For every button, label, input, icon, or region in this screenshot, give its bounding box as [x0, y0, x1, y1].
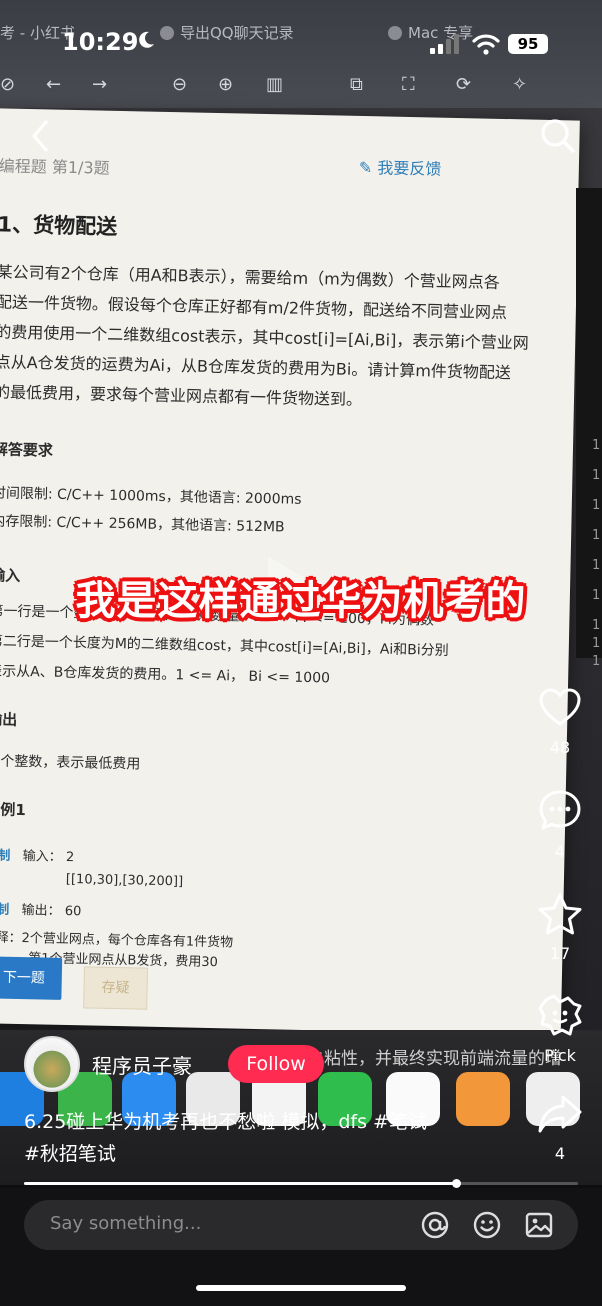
- heart-icon: [539, 688, 581, 726]
- follow-button[interactable]: Follow: [228, 1045, 324, 1083]
- pick-sticker-icon: [538, 994, 582, 1036]
- side-number: 1: [592, 468, 601, 483]
- video-progress-bar[interactable]: [24, 1179, 578, 1188]
- description-line: 6.25碰上华为机考再也不愁啦 模拟，dfs #笔试: [24, 1111, 427, 1133]
- back-button[interactable]: [26, 118, 54, 154]
- time-limit: 时间限制: C/C++ 1000ms，其他语言: 2000ms: [0, 485, 302, 508]
- side-number: 1: [592, 528, 601, 543]
- copy-output-link[interactable]: 复制: [0, 902, 9, 918]
- author-name[interactable]: 程序员子豪: [92, 1050, 192, 1079]
- wifi-icon: [472, 34, 500, 55]
- avatar[interactable]: [24, 1036, 80, 1092]
- cellular-signal-icon: [430, 34, 459, 54]
- question-title: 1、货物配送: [0, 212, 118, 239]
- emoji-icon[interactable]: [472, 1210, 502, 1240]
- home-indicator: [196, 1285, 406, 1291]
- side-number: 1: [592, 498, 601, 513]
- video-player[interactable]: 考 - 小红书 导出QQ聊天记录 Mac 专享 ⊘ ← → ⊖ ⊕ ▥ ⧉ ⛶ …: [0, 0, 602, 1185]
- sample-output-label: 输出：: [21, 903, 61, 919]
- side-number: 1: [592, 438, 601, 453]
- paragraph-line: 点从A仓发货的运费为Ai，从B仓库发货的费用为Bi。请计算m件货物配送: [0, 352, 512, 383]
- paragraph-line: 的最低费用，要求每个营业网点都有一件货物送到。: [0, 382, 363, 410]
- paragraph-line: 的费用使用一个二维数组cost表示，其中cost[i]=[Ai,Bi]，表示第i…: [0, 322, 529, 353]
- share-count: 4: [554, 1144, 566, 1163]
- feedback-link[interactable]: ✎ 我要反馈: [359, 154, 442, 180]
- paragraph-line: 配送一件货物。假设每个仓库正好都有m/2件货物，配送给不同营业网点: [0, 292, 508, 323]
- favorite-count: 17: [549, 944, 571, 963]
- clock: 10:29: [62, 28, 139, 56]
- mention-icon[interactable]: [420, 1210, 450, 1240]
- like-button[interactable]: 48: [530, 686, 590, 757]
- comment-input[interactable]: Say something...: [24, 1200, 578, 1250]
- paragraph-line: 某公司有2个仓库（用A和B表示），需要给m（m为偶数）个营业网点各: [0, 262, 500, 292]
- comment-count: 4: [554, 842, 566, 861]
- side-number: 1: [592, 654, 601, 669]
- question-tabs: 编程题 第1/3题: [0, 156, 110, 178]
- side-number: 1: [592, 636, 601, 651]
- input-line: 表示从A、B仓库发货的费用。1 <= Ai， Bi <= 1000: [0, 663, 331, 687]
- battery-indicator: 95: [508, 34, 548, 54]
- image-icon[interactable]: [524, 1210, 554, 1240]
- search-button[interactable]: [538, 116, 578, 156]
- output-heading: 输出: [0, 710, 18, 729]
- status-bar: 10:29 95: [0, 0, 602, 90]
- next-question-button[interactable]: 下一题: [0, 956, 63, 1000]
- input-line: 第二行是一个长度为M的二维数组cost，其中cost[i]=[Ai,Bi]，Ai…: [0, 633, 449, 659]
- comment-placeholder: Say something...: [50, 1213, 202, 1234]
- share-button[interactable]: 4: [530, 1092, 590, 1163]
- description-line: #秋招笔试: [24, 1143, 116, 1165]
- requirements-heading: 解答要求: [0, 440, 54, 460]
- copy-input-link[interactable]: 复制: [0, 848, 11, 864]
- sample-heading: 样例1: [0, 800, 26, 820]
- output-line: 一个整数，表示最低费用: [0, 753, 141, 773]
- post-description[interactable]: 6.25碰上华为机考再也不愁啦 模拟，dfs #笔试 #秋招笔试: [24, 1106, 524, 1170]
- comment-bubble-icon: [539, 790, 581, 830]
- favorite-button[interactable]: 17: [530, 892, 590, 963]
- like-count: 48: [549, 738, 571, 757]
- sample-output-value: 60: [64, 903, 82, 920]
- sample-input-array: [[10,30],[30,200]]: [65, 871, 184, 890]
- share-arrow-icon: [538, 1095, 582, 1133]
- progress-knob[interactable]: [452, 1179, 462, 1188]
- moon-icon: [139, 31, 154, 48]
- feedback-label: 我要反馈: [377, 158, 442, 179]
- author-row: 程序员子豪 Follow: [24, 1036, 584, 1092]
- progress-fill: [24, 1182, 457, 1185]
- sample-input-value: 2: [65, 849, 75, 866]
- comment-button[interactable]: 4: [530, 788, 590, 861]
- sample-input-label: 输入：: [22, 849, 62, 865]
- memory-limit: 内存限制: C/C++ 256MB，其他语言: 512MB: [0, 513, 285, 536]
- video-caption: 我是这样通过华为机考的: [75, 578, 527, 624]
- mark-doubt-button[interactable]: 存疑: [83, 966, 149, 1010]
- star-icon: [538, 893, 582, 935]
